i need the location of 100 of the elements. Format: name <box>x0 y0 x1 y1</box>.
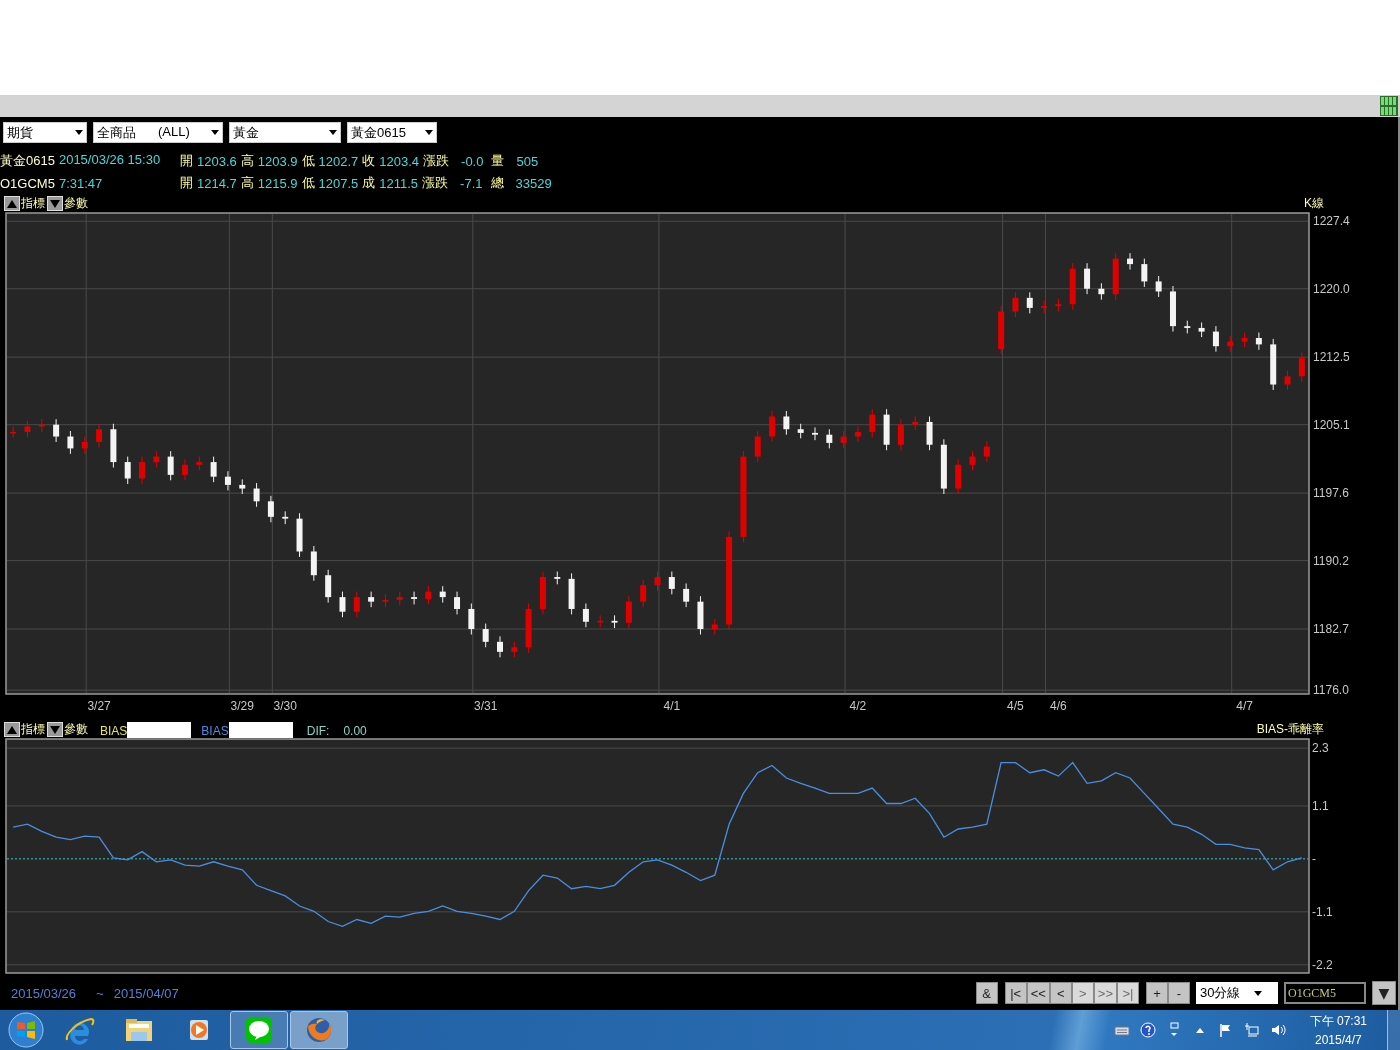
dropdown[interactable]: 黃金 <box>229 122 341 143</box>
axis-label: 1.1 <box>1312 798 1329 813</box>
candle <box>826 428 833 449</box>
candle <box>640 579 647 608</box>
candle <box>1141 258 1148 288</box>
caret-icon <box>1254 990 1263 996</box>
axis-label: 4/1 <box>663 699 681 713</box>
candle <box>955 458 962 495</box>
field-label: 量 <box>491 152 505 170</box>
candle <box>654 571 661 592</box>
candle <box>582 603 589 628</box>
candle <box>869 408 876 438</box>
legend-label: BIAS <box>201 724 229 738</box>
candle <box>840 430 847 449</box>
candle <box>81 436 88 455</box>
axis-label: 4/7 <box>1236 699 1253 713</box>
dropdown[interactable]: 期貨 <box>3 122 87 143</box>
candle <box>1270 338 1277 391</box>
candle <box>1055 298 1062 313</box>
candle <box>353 591 360 618</box>
field-label: 高 <box>240 174 254 192</box>
speaker-icon[interactable] <box>1269 1022 1286 1038</box>
candle <box>668 571 675 595</box>
candle <box>224 470 231 491</box>
candle <box>611 614 618 629</box>
field-value: 33529 <box>515 175 552 191</box>
candle <box>38 418 45 433</box>
field-value: 1207.5 <box>318 175 359 191</box>
candle <box>210 456 217 483</box>
candle <box>110 423 117 469</box>
symbol-field[interactable]: O1GCM5 <box>1284 982 1366 1004</box>
candle <box>525 603 532 654</box>
field-value: 1203.9 <box>257 153 298 169</box>
show-desktop-button[interactable] <box>1387 1010 1400 1050</box>
caret-icon <box>75 130 83 135</box>
candle <box>325 569 332 604</box>
panel-button[interactable]: 指標 <box>4 195 45 212</box>
help-icon[interactable] <box>1139 1022 1156 1038</box>
candle <box>239 478 246 495</box>
nav-button[interactable]: |< <box>1004 982 1027 1004</box>
axis-label: -1.1 <box>1312 904 1333 919</box>
axis-label: 1190.2 <box>1313 553 1349 568</box>
candle <box>339 591 346 618</box>
grid-icon[interactable] <box>1380 96 1398 116</box>
field-value: 1203.4 <box>379 153 420 169</box>
network-icon[interactable] <box>1243 1022 1260 1038</box>
nav-button[interactable]: + <box>1146 982 1168 1004</box>
axis-label: 3/27 <box>87 699 111 713</box>
field-value: 505 <box>516 153 539 169</box>
axis-label: 4/2 <box>849 699 867 713</box>
candle <box>1127 252 1133 271</box>
axis-label: 3/30 <box>273 699 297 713</box>
taskbar-button[interactable] <box>230 1011 288 1049</box>
candle <box>769 410 776 443</box>
candle <box>368 591 375 608</box>
candle <box>1184 320 1191 334</box>
axis-label: - <box>1312 851 1316 866</box>
axis-label: 1182.7 <box>1313 622 1349 637</box>
candle <box>697 595 704 635</box>
field-label: 總 <box>490 174 504 192</box>
field-label: 漲跌 <box>423 152 450 170</box>
panel-button[interactable]: 參數 <box>47 721 88 738</box>
candle <box>998 305 1005 355</box>
candle <box>439 585 446 604</box>
field-value: 1202.7 <box>318 153 359 169</box>
candle <box>425 585 432 605</box>
chat-bubble-icon <box>243 1014 275 1046</box>
field-label: 開 <box>180 174 193 192</box>
taskbar-button[interactable] <box>290 1011 348 1049</box>
dropdown[interactable]: 黃金0615 <box>347 122 437 143</box>
nav-button[interactable]: < <box>1049 982 1072 1004</box>
field-label: 低 <box>301 152 315 170</box>
menu-button[interactable]: ▼ <box>1372 981 1396 1005</box>
candle <box>1241 332 1248 348</box>
nav-button[interactable]: - <box>1168 982 1190 1004</box>
dropdown[interactable]: 全商品 (ALL) <box>93 122 223 143</box>
candle <box>53 418 60 443</box>
candle <box>797 423 804 439</box>
field-label: 成 <box>362 174 376 192</box>
period-select[interactable]: 30分線 <box>1196 982 1278 1004</box>
date-label: 2015/03/26 <box>11 985 77 1001</box>
candle <box>167 450 174 481</box>
axis-label: 1205.1 <box>1313 417 1350 432</box>
timestamp: 7:31:47 <box>58 175 103 191</box>
symbol-label: O1GCM5 <box>0 175 55 191</box>
candle <box>468 603 475 635</box>
panel-button[interactable]: 指標 <box>4 721 45 738</box>
candle <box>969 450 976 471</box>
candle <box>568 572 575 615</box>
candle <box>139 456 146 485</box>
candle <box>282 510 289 525</box>
candle <box>310 545 317 582</box>
nav-button[interactable]: & <box>975 982 998 1004</box>
field-label: 收 <box>362 152 376 170</box>
nav-button[interactable]: << <box>1026 982 1050 1004</box>
chart-title: BIAS-乖離率 <box>1256 721 1324 738</box>
candle <box>1041 300 1048 314</box>
panel-button[interactable]: 參數 <box>47 195 88 212</box>
clock[interactable]: 下午 07:31 2015/4/7 <box>1303 1013 1373 1047</box>
caret-icon <box>211 130 219 135</box>
